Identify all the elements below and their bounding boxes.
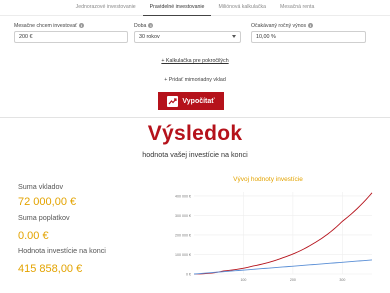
y-tick-label: 100 000 € bbox=[175, 253, 191, 257]
expected-return-label: Očakávaný ročný výnos i bbox=[251, 22, 314, 29]
deposits-sum-value: 72 000,00 € bbox=[18, 196, 77, 208]
tab-monthly-annuity[interactable]: Mesačná renta bbox=[273, 0, 321, 16]
trend-chart-icon bbox=[167, 95, 179, 107]
y-tick-label: 400 000 € bbox=[175, 194, 191, 198]
expected-return-field: Očakávaný ročný výnos i 10,00 % bbox=[251, 22, 366, 43]
info-icon[interactable]: i bbox=[148, 23, 154, 28]
monthly-amount-label-text: Mesačne chcem investovať bbox=[14, 22, 78, 29]
expected-return-label-text: Očakávaný ročný výnos bbox=[251, 22, 307, 29]
period-label: Doba i bbox=[134, 22, 154, 29]
deposits-sum-label: Suma vkladov bbox=[18, 182, 64, 191]
y-tick-label: 200 000 € bbox=[175, 233, 191, 237]
chevron-down-icon bbox=[232, 35, 236, 38]
y-tick-label: 300 000 € bbox=[175, 214, 191, 218]
info-icon[interactable]: i bbox=[308, 23, 314, 28]
period-field: Doba i 30 rokov bbox=[134, 22, 241, 43]
monthly-amount-input[interactable]: 200 € bbox=[14, 31, 128, 43]
calculator-tabs: Jednorazové investovanie Pravidelné inve… bbox=[0, 0, 390, 16]
period-label-text: Doba bbox=[134, 22, 147, 29]
tab-million-calculator[interactable]: Miliónová kalkulačka bbox=[211, 0, 273, 16]
fees-sum-value: 0.00 € bbox=[18, 230, 49, 242]
monthly-amount-field: Mesačne chcem investovať i 200 € bbox=[14, 22, 128, 43]
expected-return-input[interactable]: 10,00 % bbox=[251, 31, 366, 43]
x-tick-label: 300 bbox=[339, 278, 345, 282]
period-select-value: 30 rokov bbox=[139, 34, 160, 40]
final-value-label: Hodnota investície na konci bbox=[18, 246, 106, 255]
calculate-button[interactable]: Vypočítať bbox=[158, 92, 224, 110]
advanced-calculator-link[interactable]: + Kalkulačka pre pokročilých bbox=[0, 58, 390, 64]
result-title: Výsledok bbox=[147, 122, 243, 145]
info-icon[interactable]: i bbox=[79, 23, 85, 28]
add-extra-deposit-button[interactable]: + Pridať mimoriadny vklad bbox=[0, 77, 390, 83]
tab-lump-sum[interactable]: Jednorazové investovanie bbox=[69, 0, 143, 16]
result-subtitle: hodnota vašej investície na konci bbox=[142, 150, 248, 159]
tab-regular-investing[interactable]: Pravidelné investovanie bbox=[142, 0, 212, 16]
investment-growth-chart: Vývoj hodnoty investície 0 €100 000 €200… bbox=[160, 176, 376, 290]
x-tick-label: 100 bbox=[240, 278, 246, 282]
x-tick-label: 200 bbox=[290, 278, 296, 282]
calculate-button-label: Vypočítať bbox=[182, 97, 215, 105]
fees-sum-label: Suma poplatkov bbox=[18, 213, 70, 222]
deposits-line bbox=[193, 259, 373, 275]
section-divider bbox=[0, 117, 390, 118]
monthly-amount-label: Mesačne chcem investovať i bbox=[14, 22, 85, 29]
y-tick-label: 0 € bbox=[186, 273, 191, 277]
chart-plot: 0 € 100 000 € 200 000 € 300 000 € 400 000 € 1… bbox=[175, 192, 373, 282]
investment-form: Mesačne chcem investovať i 200 € Doba i … bbox=[0, 22, 390, 44]
period-select[interactable]: 30 rokov bbox=[134, 31, 241, 43]
final-value-amount: 415 858,00 € bbox=[18, 263, 83, 275]
